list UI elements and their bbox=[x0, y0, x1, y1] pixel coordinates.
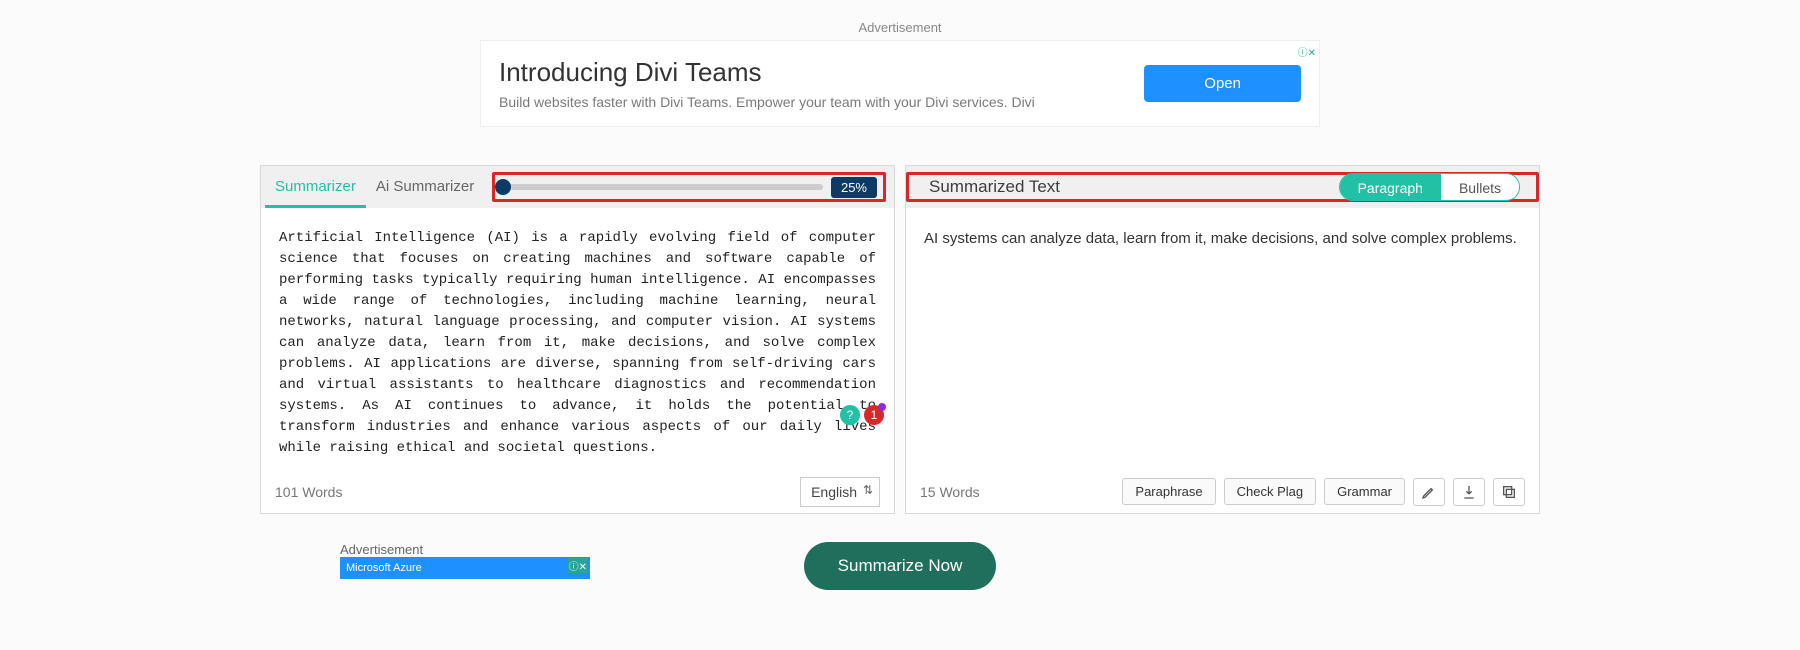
output-header-highlight: Summarized Text Paragraph Bullets bbox=[906, 172, 1539, 202]
tab-summarizer[interactable]: Summarizer bbox=[265, 166, 366, 208]
input-panel: Summarizer Ai Summarizer 25% Artificial … bbox=[260, 165, 895, 514]
copy-icon[interactable] bbox=[1493, 478, 1525, 506]
adchoices-bottom-icon[interactable]: ⓘ✕ bbox=[568, 558, 588, 573]
ad-top-label: Advertisement bbox=[0, 20, 1800, 35]
language-select[interactable]: English bbox=[800, 477, 880, 507]
notification-icon[interactable]: 1 bbox=[864, 405, 884, 425]
slider-value-badge: 25% bbox=[831, 177, 877, 198]
summarize-now-button[interactable]: Summarize Now bbox=[804, 542, 997, 590]
output-word-count: 15 Words bbox=[920, 484, 980, 500]
ad-bottom-label: Advertisement bbox=[340, 542, 687, 557]
adchoices-icon[interactable]: ⓘ✕ bbox=[1298, 44, 1316, 59]
slider-track[interactable] bbox=[501, 184, 823, 190]
check-plag-button[interactable]: Check Plag bbox=[1224, 478, 1316, 505]
ad-bottom-box[interactable]: Microsoft Azure ⓘ✕ bbox=[340, 557, 590, 579]
ad-top-subtitle: Build websites faster with Divi Teams. E… bbox=[499, 94, 1035, 110]
ad-bottom-brand: Microsoft Azure bbox=[346, 562, 422, 574]
ad-top-title: Introducing Divi Teams bbox=[499, 57, 1035, 88]
slider-thumb[interactable] bbox=[495, 179, 511, 195]
input-text-area[interactable]: Artificial Intelligence (AI) is a rapidl… bbox=[261, 208, 894, 469]
output-mode-toggle[interactable]: Paragraph Bullets bbox=[1339, 173, 1520, 201]
ad-open-button[interactable]: Open bbox=[1144, 65, 1301, 102]
download-icon[interactable] bbox=[1453, 478, 1485, 506]
paraphrase-button[interactable]: Paraphrase bbox=[1122, 478, 1215, 505]
ad-top-box[interactable]: Introducing Divi Teams Build websites fa… bbox=[480, 40, 1320, 127]
output-text-area: AI systems can analyze data, learn from … bbox=[906, 208, 1539, 469]
toggle-bullets[interactable]: Bullets bbox=[1441, 174, 1519, 200]
summary-length-slider[interactable]: 25% bbox=[492, 172, 886, 202]
output-title: Summarized Text bbox=[915, 177, 1060, 197]
output-panel: Summarized Text Paragraph Bullets AI sys… bbox=[905, 165, 1540, 514]
grammar-button[interactable]: Grammar bbox=[1324, 478, 1405, 505]
toggle-paragraph[interactable]: Paragraph bbox=[1340, 174, 1441, 200]
tab-ai-summarizer[interactable]: Ai Summarizer bbox=[366, 166, 484, 208]
input-word-count: 101 Words bbox=[275, 484, 342, 500]
edit-icon[interactable] bbox=[1413, 478, 1445, 506]
hint-icon[interactable]: ? bbox=[840, 405, 860, 425]
